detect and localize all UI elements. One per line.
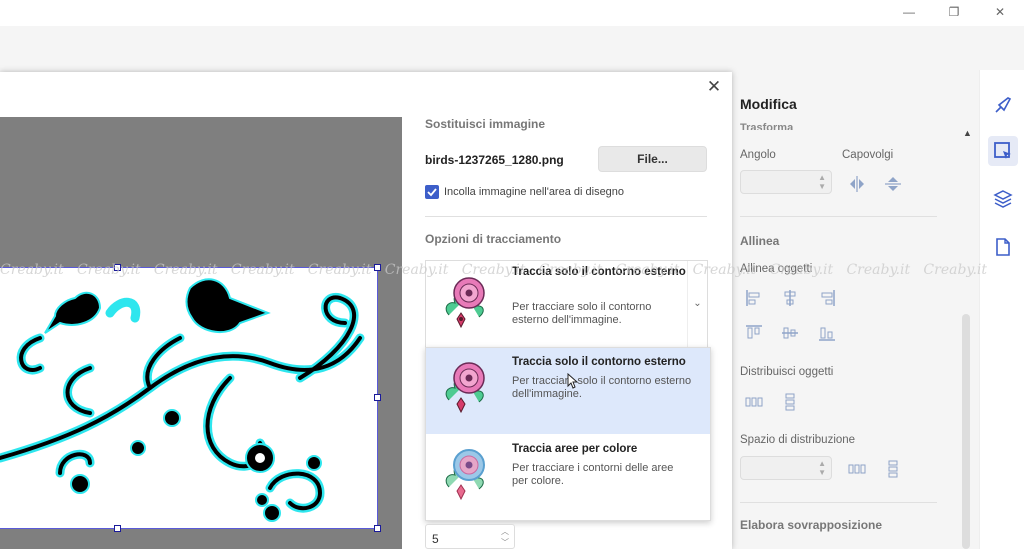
window-titlebar: — ❐ ✕ <box>0 0 1024 26</box>
right-toolbar <box>979 70 1024 549</box>
app-header-bar <box>0 26 1024 70</box>
minimize-button[interactable]: — <box>897 3 921 21</box>
mouse-cursor-icon <box>567 373 579 389</box>
option-title: Traccia solo il contorno esterno <box>512 356 686 368</box>
distribute-horizontal-icon[interactable] <box>744 392 764 412</box>
align-bottom-icon[interactable] <box>817 323 837 343</box>
choose-file-button[interactable]: File... <box>598 146 707 172</box>
align-heading: Allinea <box>740 234 780 248</box>
resize-handle[interactable] <box>114 525 121 532</box>
paintbrush-icon[interactable] <box>988 90 1018 120</box>
rose-color-thumbnail <box>445 449 485 501</box>
option-color-areas[interactable]: Traccia aree per colore Per tracciare i … <box>426 435 710 521</box>
threshold-input[interactable]: 5 ︿ ﹀ <box>425 524 515 549</box>
angle-label: Angolo <box>740 149 776 161</box>
replace-image-title: Sostituisci immagine <box>425 117 546 131</box>
option-description: Per tracciare i contorni delle aree per … <box>512 462 674 487</box>
angle-input[interactable]: ▲ ▼ <box>740 170 832 194</box>
select-edit-icon[interactable] <box>988 136 1018 166</box>
option-outer-contour[interactable]: Traccia solo il contorno esterno Per tra… <box>426 348 710 434</box>
option-title: Traccia aree per colore <box>512 443 638 455</box>
birds-artwork <box>0 278 365 522</box>
page-icon[interactable] <box>988 232 1018 262</box>
flip-vertical-icon[interactable] <box>883 174 903 194</box>
flip-horizontal-icon[interactable] <box>847 174 867 194</box>
rose-outline-thumbnail <box>445 362 485 414</box>
dialog-close-button[interactable]: ✕ <box>704 77 724 97</box>
align-center-icon[interactable] <box>780 288 800 308</box>
resize-handle[interactable] <box>374 394 381 401</box>
panel-scrollbar[interactable] <box>962 314 970 549</box>
distribute-vertical-icon[interactable] <box>780 392 800 412</box>
paste-image-label: Incolla immagine nell'area di disegno <box>444 186 625 198</box>
selected-option-description: Per tracciare solo il contorno esterno d… <box>512 301 652 326</box>
watermark: Creaby.it Creaby.it Creaby.it Creaby.it … <box>0 262 988 278</box>
divider <box>740 502 937 503</box>
distribute-label: Distribuisci oggetti <box>740 366 834 378</box>
align-left-icon[interactable] <box>744 288 764 308</box>
option-description: Per tracciare solo il contorno esterno d… <box>512 375 692 400</box>
flip-label: Capovolgi <box>842 149 894 161</box>
spacing-label: Spazio di distribuzione <box>740 434 856 446</box>
edit-panel: Modifica Trasforma ▲ Angolo Capovolgi ▲ ▼… <box>733 70 979 549</box>
spacing-input[interactable]: ▲ ▼ <box>740 456 832 480</box>
divider <box>425 216 707 217</box>
edit-panel-title: Modifica <box>740 96 797 112</box>
layers-icon[interactable] <box>988 184 1018 214</box>
spacing-horizontal-icon[interactable] <box>847 459 867 479</box>
trace-image-dialog: ✕ Sostituisci immagine birds-1237265_128… <box>0 72 732 549</box>
overlap-heading: Elabora sovrapposizione <box>740 518 883 532</box>
divider <box>740 216 937 217</box>
spacing-vertical-icon[interactable] <box>883 459 903 479</box>
checkmark-icon <box>427 188 437 197</box>
align-right-icon[interactable] <box>817 288 837 308</box>
close-window-button[interactable]: ✕ <box>988 3 1012 21</box>
threshold-value: 5 <box>432 532 439 546</box>
trace-options-title: Opzioni di tracciamento <box>425 232 562 246</box>
image-filename: birds-1237265_1280.png <box>425 153 564 167</box>
selection-box <box>0 528 378 529</box>
align-top-icon[interactable] <box>744 323 764 343</box>
paste-image-checkbox[interactable] <box>425 185 439 199</box>
collapse-up-icon[interactable]: ▲ <box>963 128 972 138</box>
resize-handle[interactable] <box>374 525 381 532</box>
restore-button[interactable]: ❐ <box>942 3 966 21</box>
transform-heading: Trasforma <box>740 122 794 130</box>
align-middle-icon[interactable] <box>780 323 800 343</box>
